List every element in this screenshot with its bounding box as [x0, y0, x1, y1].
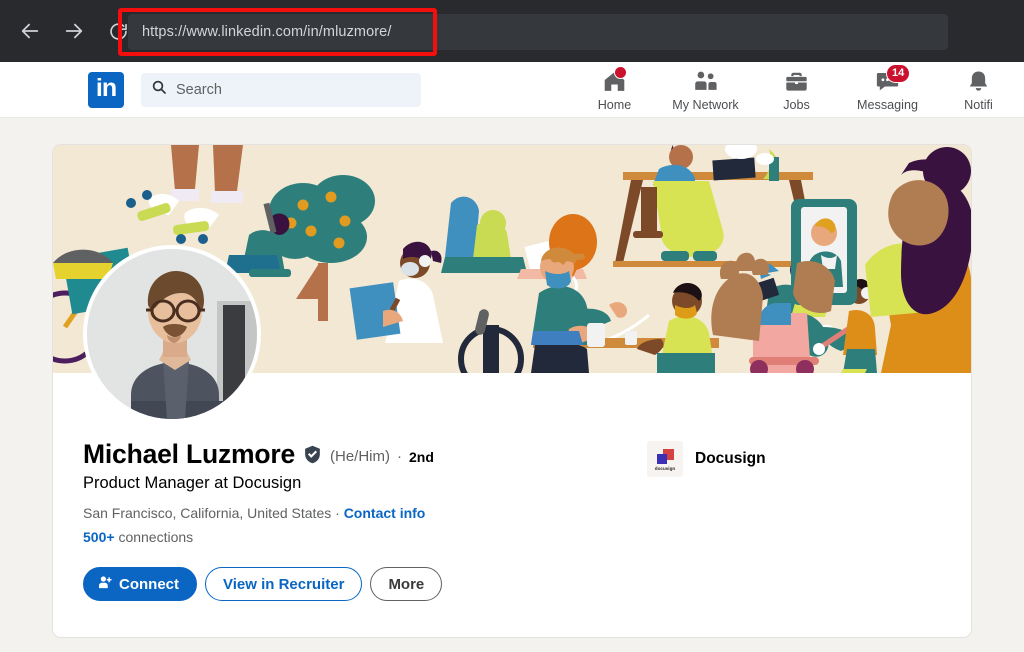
my-network-icon	[693, 69, 719, 95]
view-in-recruiter-button[interactable]: View in Recruiter	[205, 567, 362, 601]
profile-card: Michael Luzmore (He/Him) · 2nd Product M…	[52, 144, 972, 638]
nav-item-my-network[interactable]: My Network	[660, 62, 751, 118]
arrow-right-icon	[63, 20, 85, 42]
current-company[interactable]: docusign Docusign	[647, 441, 766, 477]
connect-label: Connect	[119, 576, 179, 593]
address-bar[interactable]: https://www.linkedin.com/in/mluzmore/	[128, 14, 948, 50]
contact-info-link[interactable]: Contact info	[344, 505, 426, 521]
search-icon	[151, 79, 167, 100]
messaging-icon: 14	[875, 69, 900, 95]
location-row: San Francisco, California, United States…	[83, 505, 941, 521]
notifications-icon	[966, 69, 991, 95]
nav-items: Home My Network Jobs	[569, 62, 1024, 118]
page-title: Michael Luzmore	[83, 439, 295, 470]
reload-icon	[108, 21, 129, 42]
location-separator: ·	[331, 505, 343, 521]
home-badge	[614, 66, 627, 79]
nav-item-home[interactable]: Home	[569, 62, 660, 118]
profile-page: Michael Luzmore (He/Him) · 2nd Product M…	[0, 118, 1024, 652]
person-add-icon	[98, 575, 113, 594]
nav-label-jobs: Jobs	[783, 98, 810, 112]
back-button[interactable]	[8, 9, 52, 53]
linkedin-global-nav: in Search Home	[0, 62, 1024, 118]
forward-button[interactable]	[52, 9, 96, 53]
arrow-left-icon	[19, 20, 41, 42]
location-text: San Francisco, California, United States	[83, 505, 331, 521]
connections-label: connections	[118, 529, 193, 545]
docusign-logo: docusign	[647, 441, 683, 477]
connection-degree: 2nd	[409, 445, 434, 465]
headline: Product Manager at Docusign	[83, 474, 941, 493]
search-placeholder: Search	[176, 82, 222, 98]
briefcase-icon	[784, 69, 809, 95]
profile-photo	[87, 249, 257, 419]
nav-label-messaging: Messaging	[857, 98, 918, 112]
name-separator: ·	[397, 444, 402, 465]
verified-shield-icon[interactable]	[302, 444, 323, 465]
nav-item-notifications[interactable]: Notifi	[933, 62, 1024, 118]
avatar[interactable]	[83, 245, 261, 423]
pronouns: (He/Him)	[330, 444, 390, 465]
browser-toolbar: https://www.linkedin.com/in/mluzmore/	[0, 0, 1024, 62]
more-button[interactable]: More	[370, 567, 442, 601]
svg-text:docusign: docusign	[655, 466, 676, 471]
search-box[interactable]: Search	[141, 73, 421, 107]
url-text: https://www.linkedin.com/in/mluzmore/	[142, 24, 391, 40]
connect-button[interactable]: Connect	[83, 567, 197, 601]
company-name: Docusign	[695, 450, 766, 468]
messaging-badge: 14	[886, 64, 910, 83]
profile-actions: Connect View in Recruiter More	[83, 567, 941, 637]
connections-count: 500+	[83, 529, 115, 545]
name-row: Michael Luzmore (He/Him) · 2nd	[83, 439, 941, 470]
home-icon	[602, 69, 627, 95]
nav-item-jobs[interactable]: Jobs	[751, 62, 842, 118]
linkedin-logo[interactable]: in	[88, 72, 124, 108]
nav-label-notifications: Notifi	[964, 98, 993, 112]
nav-item-messaging[interactable]: 14 Messaging	[842, 62, 933, 118]
nav-label-my-network: My Network	[672, 98, 738, 112]
connections-row[interactable]: 500+ connections	[83, 529, 941, 545]
nav-label-home: Home	[598, 98, 632, 112]
